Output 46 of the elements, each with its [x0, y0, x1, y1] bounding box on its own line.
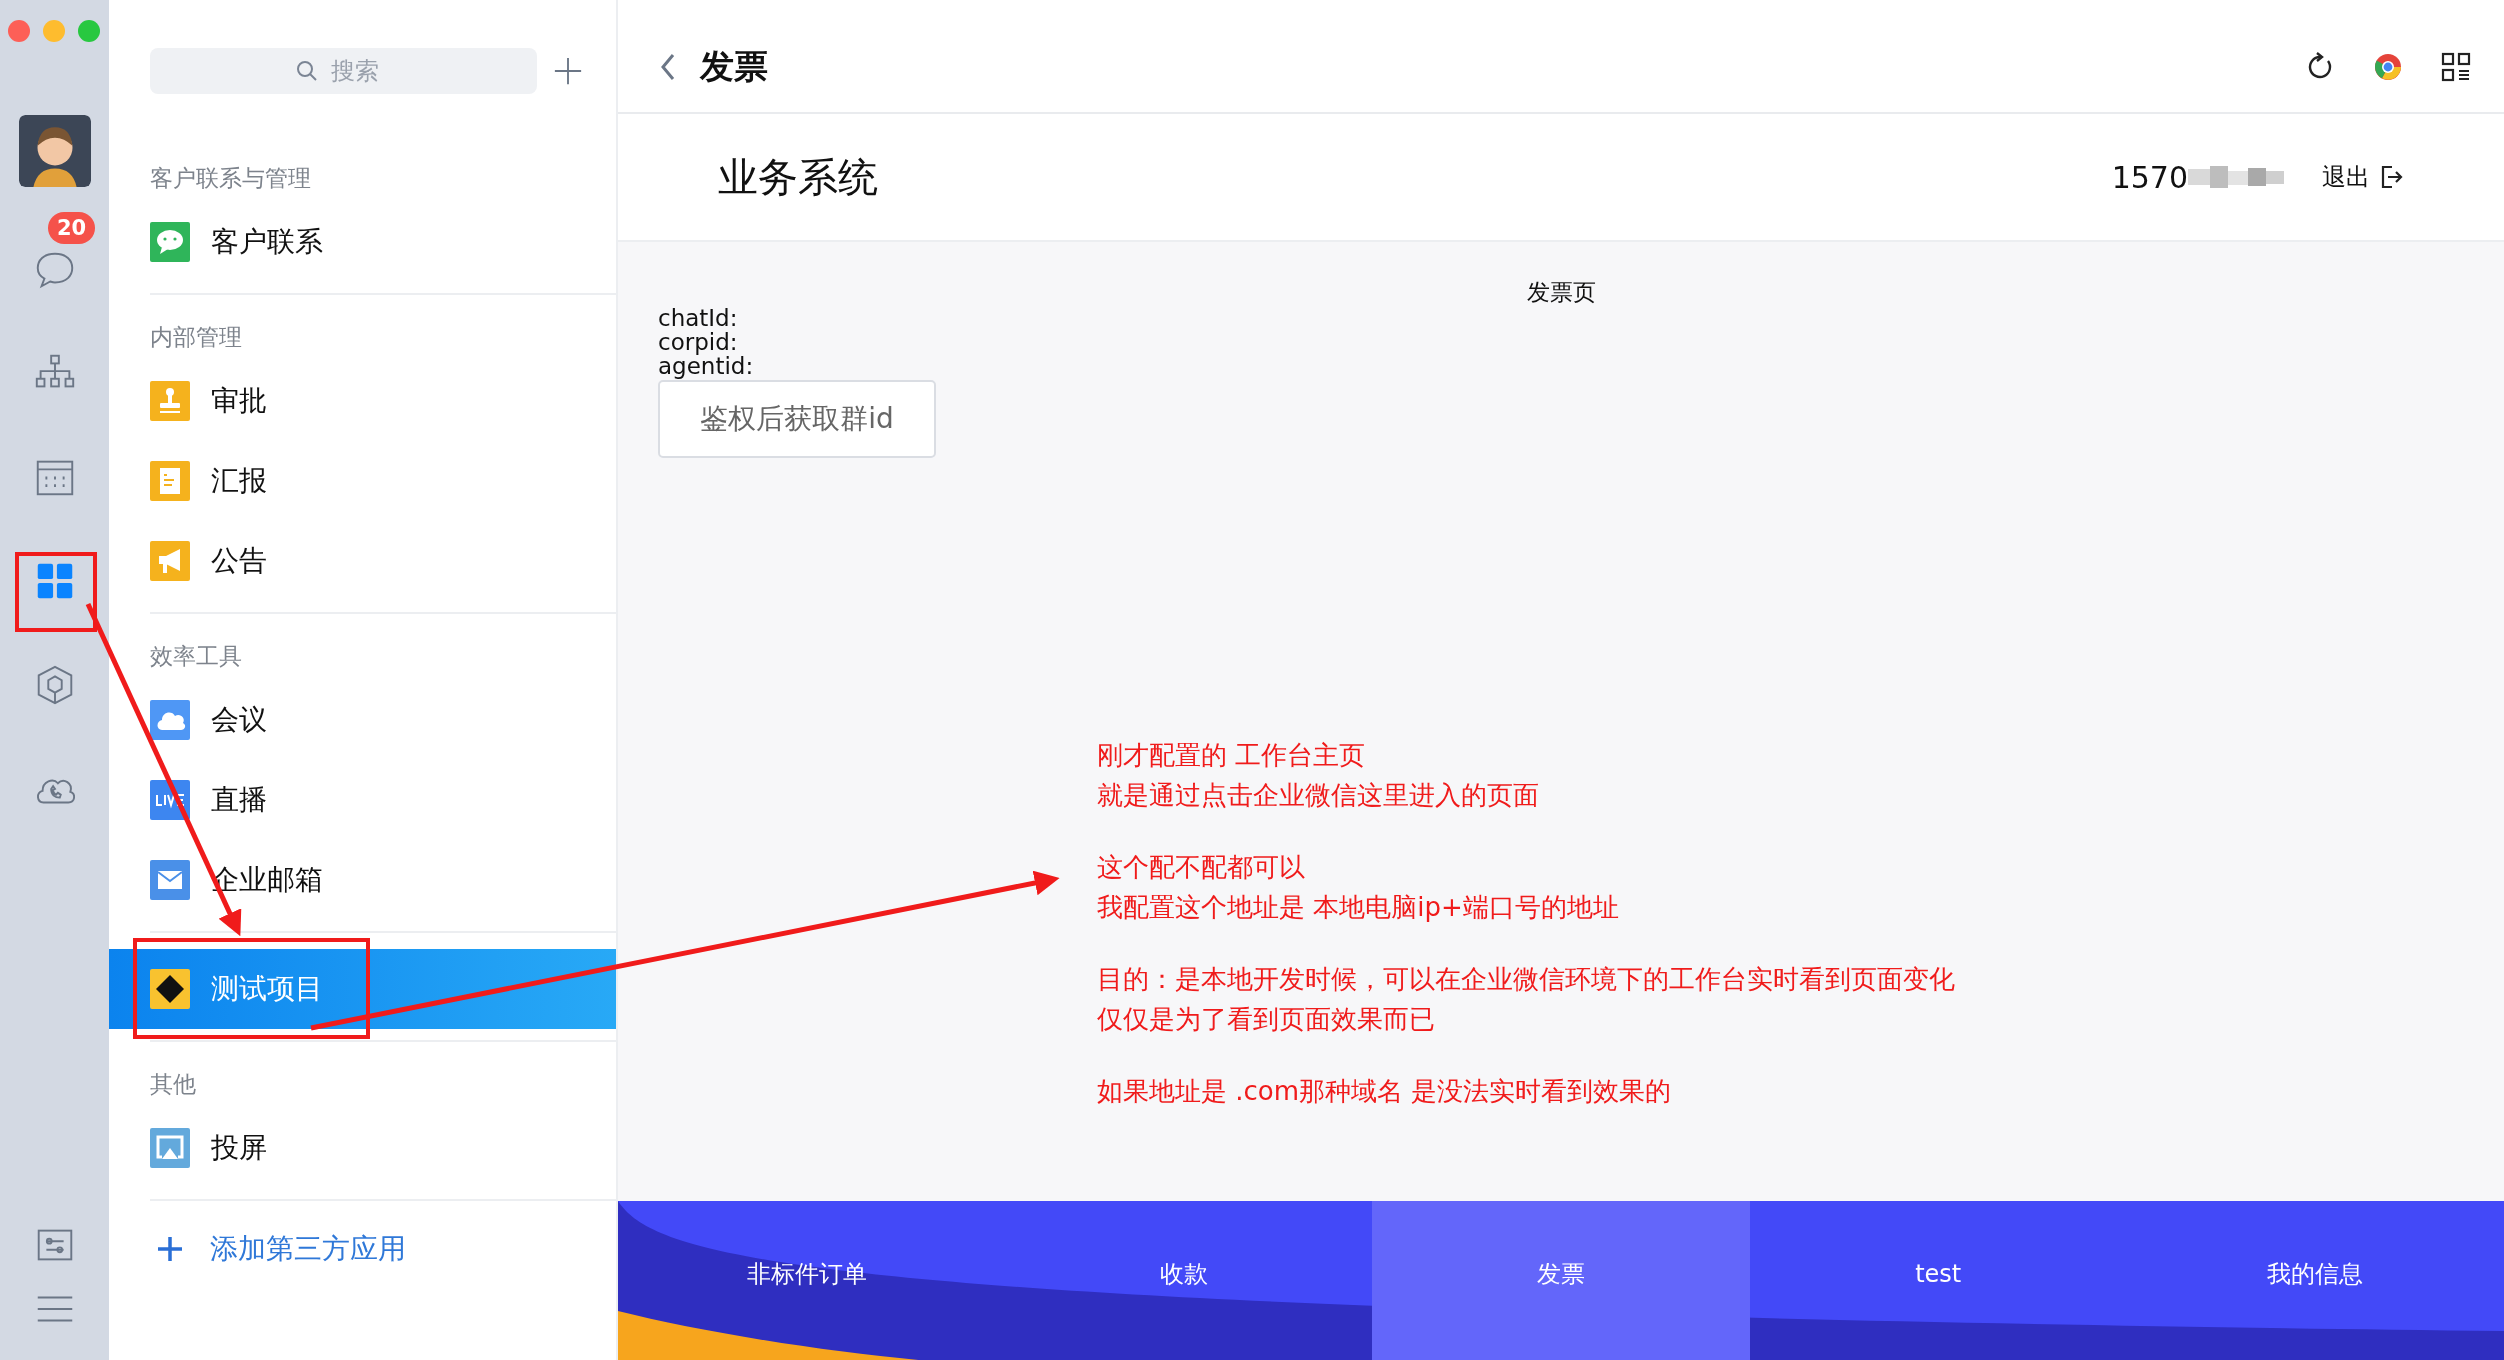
field-label: chatId:	[658, 306, 739, 330]
screen-icon	[150, 1128, 190, 1168]
document-icon	[150, 461, 190, 501]
app-item[interactable]: 公告	[109, 521, 616, 601]
chat-icon	[150, 222, 190, 262]
close-window-button[interactable]	[8, 20, 30, 42]
logout-button[interactable]: 退出	[2322, 161, 2404, 193]
app-item[interactable]: 客户联系	[109, 202, 616, 282]
apps-icon[interactable]	[2440, 51, 2472, 83]
section-title: 其他	[150, 1070, 197, 1099]
tab[interactable]: 非标件订单	[618, 1201, 996, 1360]
annotation-text: 刚才配置的 工作台主页 就是通过点击企业微信这里进入的页面	[1097, 739, 1540, 812]
tab[interactable]: 收款	[995, 1201, 1373, 1360]
page-title: 发票	[700, 45, 768, 88]
section-title: 效率工具	[150, 642, 243, 671]
phone-number: 1570	[2111, 159, 2188, 195]
stamp-icon	[150, 381, 190, 421]
section-title: 内部管理	[150, 323, 243, 352]
megaphone-icon	[150, 541, 190, 581]
add-icon[interactable]	[553, 56, 583, 86]
annotation-text: 如果地址是 .com那种域名 是没法实时看到效果的	[1097, 1075, 1673, 1108]
annotation-text: 这个配不配都可以 我配置这个地址是 本地电脑ip+端口号的地址	[1097, 851, 1620, 924]
unread-count-badge: 20	[48, 212, 96, 244]
field-label: agentid:	[658, 354, 755, 378]
browser-icon[interactable]	[2372, 51, 2404, 83]
plus-icon	[156, 1235, 184, 1263]
app-item[interactable]: 审批	[109, 361, 616, 441]
app-item[interactable]: 会议	[109, 680, 616, 760]
search-field[interactable]: 搜索	[150, 48, 537, 94]
get-group-id-button[interactable]: 鉴权后获取群id	[658, 380, 936, 458]
search-icon	[294, 59, 319, 83]
avatar[interactable]	[18, 115, 91, 187]
tab[interactable]: 我的信息	[2126, 1201, 2504, 1360]
search-input[interactable]: 搜索	[328, 56, 393, 86]
tab[interactable]: 发票	[1372, 1201, 1750, 1360]
mail-icon	[150, 860, 190, 900]
cloud-icon	[150, 700, 190, 740]
page-heading: 发票页	[1525, 278, 1597, 306]
app-item[interactable]: 直播	[109, 760, 616, 840]
add-app-link[interactable]: 添加第三方应用	[150, 1209, 616, 1289]
annotation-text: 目的：是本地开发时候，可以在企业微信环境下的工作台实时看到页面变化 仅仅是为了看到页面效果而已	[1097, 963, 1955, 1036]
app-item[interactable]: 投屏	[109, 1108, 616, 1188]
system-title: 业务系统	[718, 152, 878, 202]
section-title: 客户联系与管理	[150, 164, 312, 193]
tab[interactable]: test	[1749, 1201, 2127, 1360]
app-item[interactable]: 汇报	[109, 441, 616, 521]
